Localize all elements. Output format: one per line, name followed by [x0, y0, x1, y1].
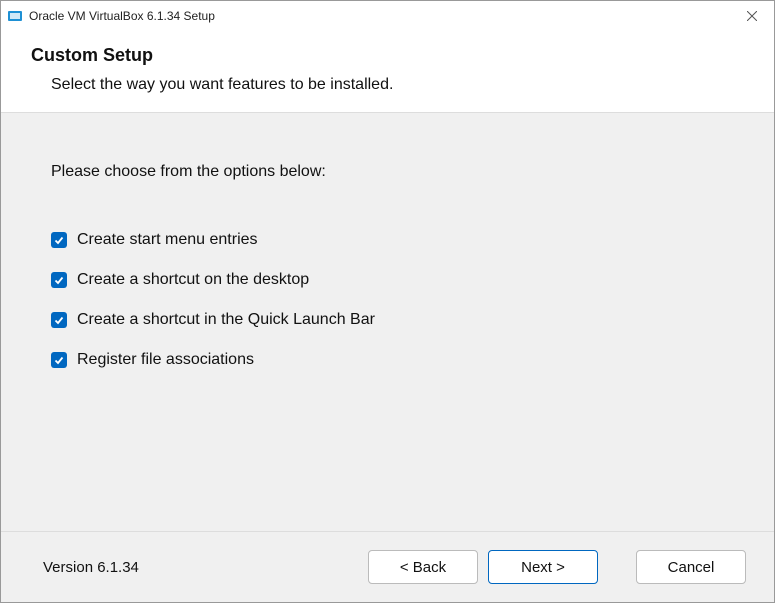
checkbox-file-associations[interactable]	[51, 352, 67, 368]
titlebar-title: Oracle VM VirtualBox 6.1.34 Setup	[29, 9, 215, 23]
back-button[interactable]: < Back	[368, 550, 478, 584]
option-label: Create start menu entries	[77, 231, 258, 249]
checkbox-desktop-shortcut[interactable]	[51, 272, 67, 288]
installer-window: Oracle VM VirtualBox 6.1.34 Setup Custom…	[0, 0, 775, 603]
instruction-text: Please choose from the options below:	[51, 163, 724, 181]
page-subtitle: Select the way you want features to be i…	[31, 76, 744, 94]
option-label: Register file associations	[77, 351, 254, 369]
version-label: Version 6.1.34	[43, 559, 139, 576]
footer: Version 6.1.34 < Back Next > Cancel	[1, 531, 774, 602]
check-icon	[54, 275, 64, 285]
titlebar: Oracle VM VirtualBox 6.1.34 Setup	[1, 1, 774, 31]
button-group: < Back Next > Cancel	[368, 550, 746, 584]
next-button[interactable]: Next >	[488, 550, 598, 584]
option-label: Create a shortcut in the Quick Launch Ba…	[77, 311, 375, 329]
content-area: Please choose from the options below: Cr…	[1, 113, 774, 531]
check-icon	[54, 235, 64, 245]
option-desktop-shortcut[interactable]: Create a shortcut on the desktop	[51, 271, 724, 289]
option-file-associations[interactable]: Register file associations	[51, 351, 724, 369]
page-title: Custom Setup	[31, 45, 744, 66]
check-icon	[54, 315, 64, 325]
close-button[interactable]	[729, 1, 774, 31]
check-icon	[54, 355, 64, 365]
app-icon	[7, 8, 23, 24]
option-quick-launch[interactable]: Create a shortcut in the Quick Launch Ba…	[51, 311, 724, 329]
option-start-menu[interactable]: Create start menu entries	[51, 231, 724, 249]
checkbox-start-menu[interactable]	[51, 232, 67, 248]
cancel-button[interactable]: Cancel	[636, 550, 746, 584]
header: Custom Setup Select the way you want fea…	[1, 31, 774, 113]
option-label: Create a shortcut on the desktop	[77, 271, 309, 289]
close-icon	[747, 11, 757, 21]
checkbox-quick-launch[interactable]	[51, 312, 67, 328]
